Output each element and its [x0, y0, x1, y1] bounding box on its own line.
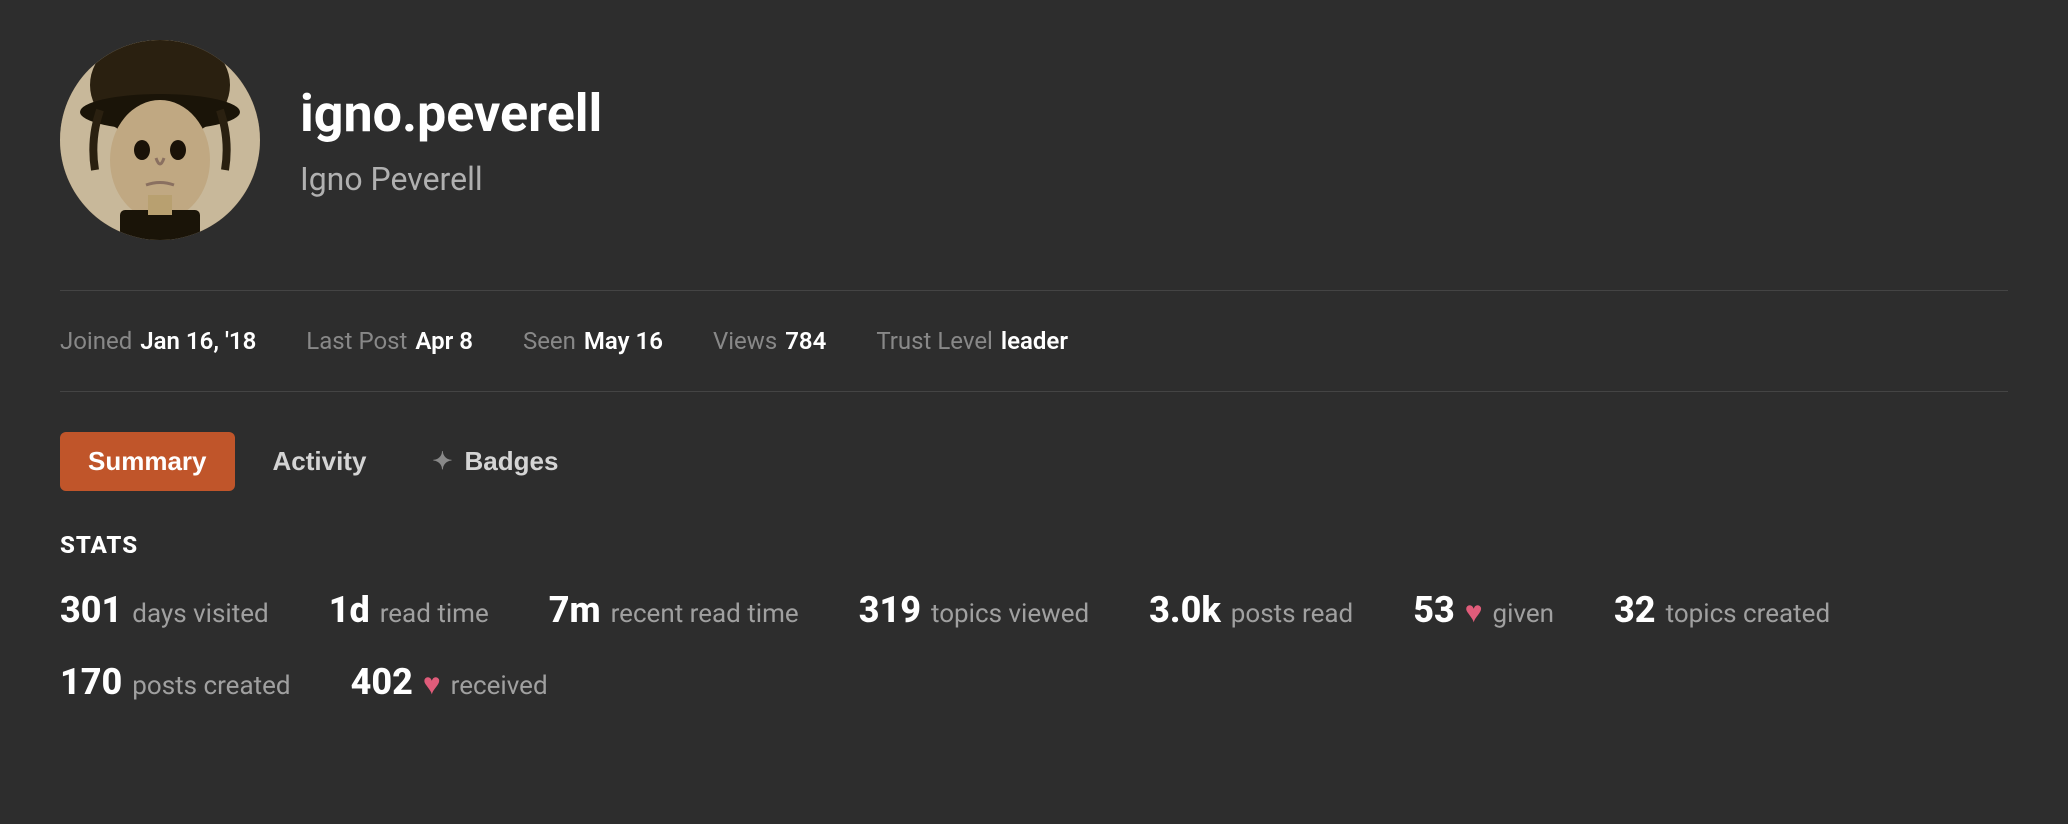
stat-read-time: 1d read time — [329, 589, 489, 631]
seen-meta: Seen May 16 — [523, 327, 663, 355]
display-name: Igno Peverell — [300, 160, 602, 198]
stat-days-visited: 301 days visited — [60, 589, 269, 631]
topics-created-label: topics created — [1666, 599, 1831, 629]
badges-label: Badges — [465, 446, 559, 477]
posts-created-number: 170 — [60, 661, 122, 703]
stats-section: STATS 301 days visited 1d read time 7m r… — [60, 511, 2008, 753]
avatar — [60, 40, 260, 240]
seen-label: Seen — [523, 327, 576, 355]
trust-level-value: leader — [1001, 327, 1068, 355]
divider-top — [60, 290, 2008, 291]
stat-posts-created: 170 posts created — [60, 661, 291, 703]
posts-read-label: posts read — [1231, 599, 1353, 629]
stats-title: STATS — [60, 531, 2008, 559]
profile-header: igno.peverell Igno Peverell — [60, 40, 2008, 270]
views-label: Views — [713, 327, 777, 355]
heart-received-icon: ♥ — [423, 667, 441, 702]
likes-given-number: 53 — [1413, 589, 1455, 631]
stat-likes-given: 53 ♥ given — [1413, 589, 1554, 631]
stat-topics-viewed: 319 topics viewed — [859, 589, 1089, 631]
badge-star-icon: ✦ — [432, 447, 452, 476]
posts-read-number: 3.0k — [1149, 589, 1221, 631]
views-meta: Views 784 — [713, 327, 826, 355]
meta-row: Joined Jan 16, '18 Last Post Apr 8 Seen … — [60, 311, 2008, 371]
last-post-value: Apr 8 — [415, 327, 473, 355]
topics-viewed-number: 319 — [859, 589, 921, 631]
last-post-meta: Last Post Apr 8 — [306, 327, 473, 355]
topics-viewed-label: topics viewed — [931, 599, 1089, 629]
read-time-number: 1d — [329, 589, 370, 631]
stat-posts-read: 3.0k posts read — [1149, 589, 1353, 631]
tab-activity[interactable]: Activity — [245, 432, 395, 491]
profile-info: igno.peverell Igno Peverell — [300, 83, 602, 198]
username: igno.peverell — [300, 83, 602, 144]
stats-row-2: 170 posts created 402 ♥ received — [60, 661, 2008, 703]
joined-meta: Joined Jan 16, '18 — [60, 327, 256, 355]
stat-likes-received: 402 ♥ received — [351, 661, 548, 703]
stat-recent-read-time: 7m recent read time — [549, 589, 799, 631]
tabs-row: Summary Activity ✦ Badges — [60, 412, 2008, 511]
tab-summary[interactable]: Summary — [60, 432, 235, 491]
days-visited-number: 301 — [60, 589, 122, 631]
seen-value: May 16 — [584, 327, 663, 355]
divider-mid — [60, 391, 2008, 392]
last-post-label: Last Post — [306, 327, 407, 355]
read-time-label: read time — [380, 599, 489, 629]
likes-given-label: given — [1493, 599, 1555, 629]
recent-read-time-number: 7m — [549, 589, 601, 631]
tab-badges[interactable]: ✦ Badges — [404, 432, 586, 491]
trust-level-label: Trust Level — [876, 327, 993, 355]
joined-label: Joined — [60, 327, 132, 355]
posts-created-label: posts created — [132, 671, 290, 701]
likes-received-label: received — [451, 671, 548, 701]
trust-level-meta: Trust Level leader — [876, 327, 1068, 355]
views-value: 784 — [785, 327, 826, 355]
stats-row-1: 301 days visited 1d read time 7m recent … — [60, 589, 2008, 631]
days-visited-label: days visited — [132, 599, 268, 629]
topics-created-number: 32 — [1614, 589, 1656, 631]
stat-topics-created: 32 topics created — [1614, 589, 1830, 631]
heart-given-icon: ♥ — [1465, 595, 1483, 630]
recent-read-time-label: recent read time — [611, 599, 799, 629]
joined-value: Jan 16, '18 — [140, 327, 256, 355]
likes-received-number: 402 — [351, 661, 413, 703]
